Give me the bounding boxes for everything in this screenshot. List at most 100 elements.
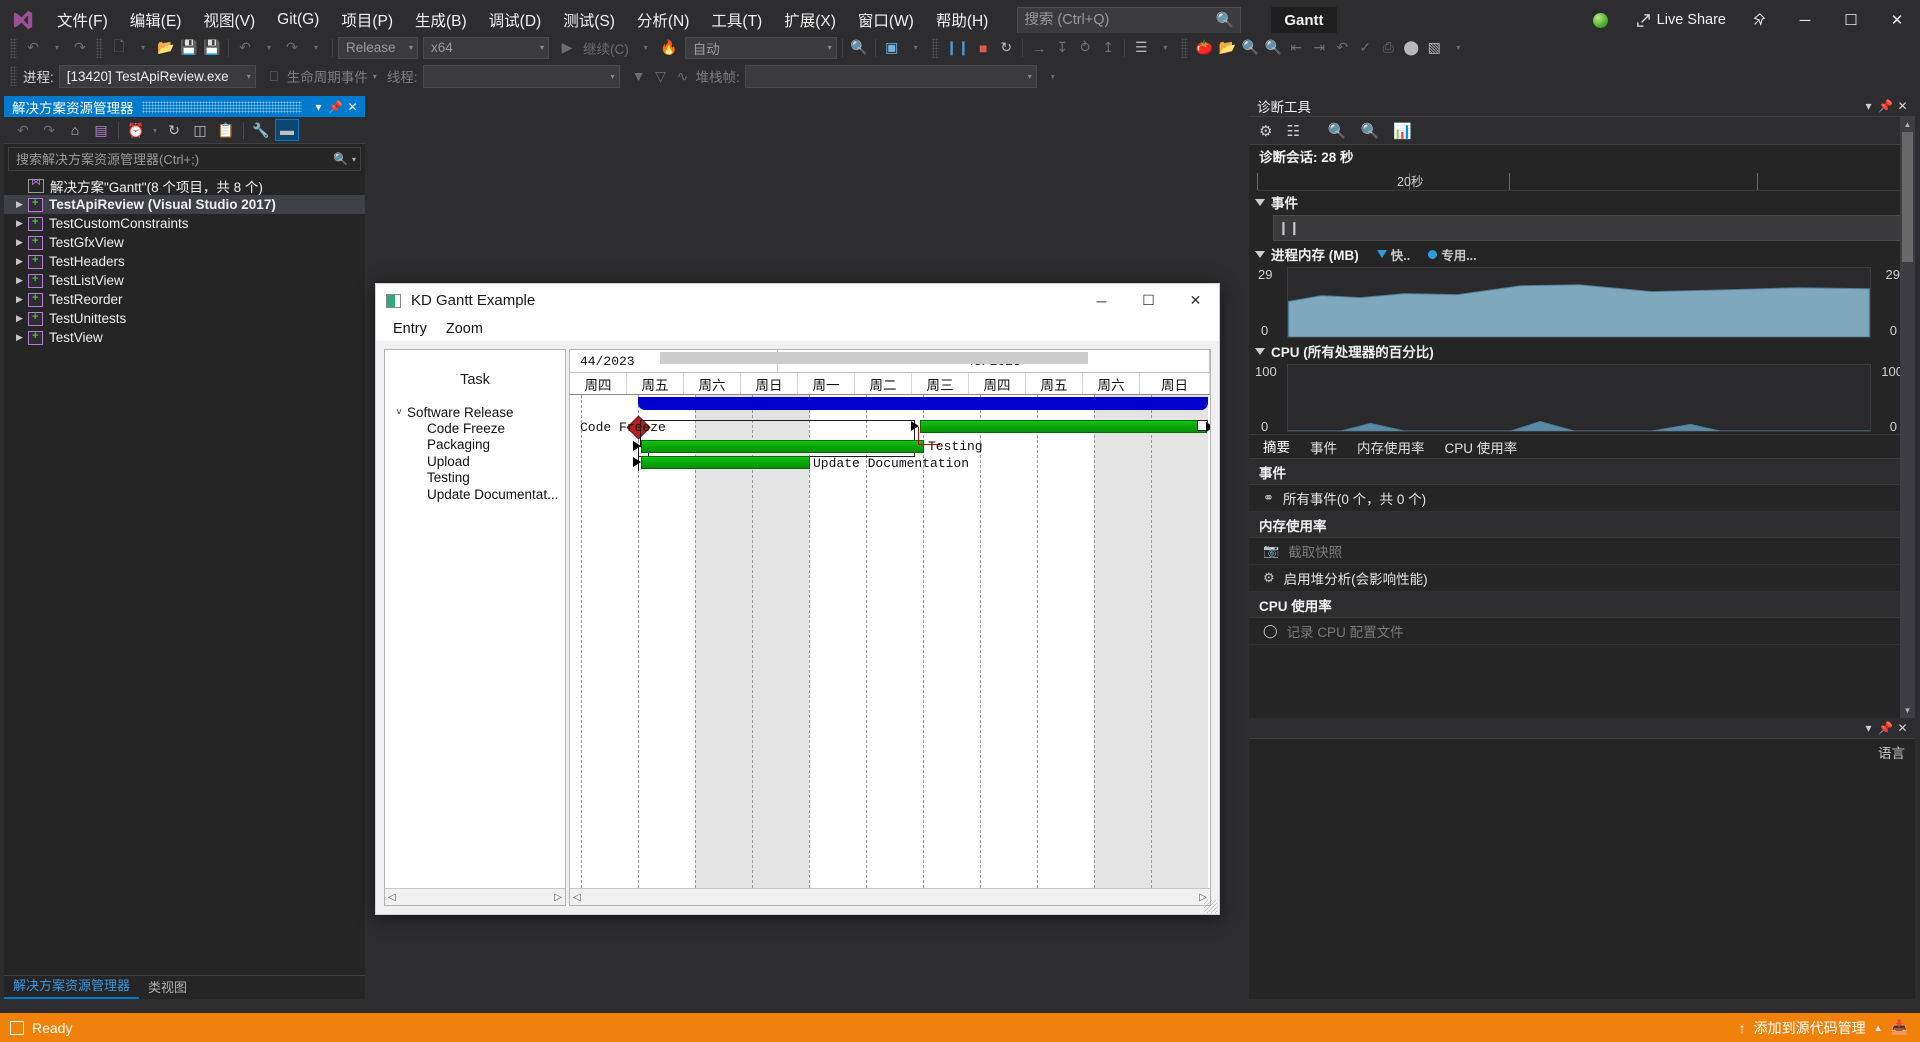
diagnostics-scroll-down-icon[interactable]: ▼ bbox=[1900, 703, 1915, 718]
continue-dropdown[interactable]: ▾ bbox=[635, 36, 657, 60]
redo-button[interactable]: ↷ bbox=[281, 36, 303, 60]
se-refresh-icon[interactable]: ↻ bbox=[162, 119, 186, 141]
source-control-label[interactable]: 添加到源代码管理 bbox=[1754, 1018, 1866, 1038]
search-box[interactable]: 🔍 bbox=[1017, 6, 1242, 34]
task-row-upload[interactable]: Upload bbox=[385, 453, 565, 469]
gantt-bar-software-release[interactable] bbox=[638, 397, 1208, 410]
stack-frame-nav-icon[interactable]: ∿ bbox=[672, 64, 694, 88]
tab-summary[interactable]: 摘要 bbox=[1261, 433, 1292, 461]
break-all-button[interactable]: ❙❙ bbox=[944, 36, 971, 60]
tree-node-testreorder[interactable]: ▶ TestReorder bbox=[4, 290, 365, 309]
gantt-bar-testing[interactable] bbox=[641, 440, 924, 453]
task-panel-scrollbar[interactable]: ◁ ▷ bbox=[385, 888, 565, 905]
lower-pane-pin-icon[interactable]: 📌 bbox=[1877, 719, 1894, 737]
diagnostics-cpu-header[interactable]: CPU (所有处理器的百分比) bbox=[1249, 340, 1915, 362]
stack-frame-select[interactable]: ▾ bbox=[744, 64, 1037, 88]
tree-expander-7[interactable]: ▶ bbox=[11, 332, 28, 343]
navigate-back-button[interactable]: ↶ bbox=[22, 36, 44, 60]
live-share-button[interactable]: Live Share bbox=[1626, 12, 1736, 28]
gantt-maximize-button[interactable]: ☐ bbox=[1125, 284, 1172, 317]
task-scroll-right-icon[interactable]: ▷ bbox=[554, 892, 562, 903]
menu-build[interactable]: 生成(B) bbox=[404, 4, 478, 36]
step-out-button[interactable]: ↥ bbox=[1097, 36, 1119, 60]
se-preview-selected-icon[interactable]: ▬ bbox=[275, 119, 299, 141]
attach-target-select[interactable]: 自动 ▾ bbox=[684, 36, 837, 59]
solution-explorer-search-input[interactable] bbox=[16, 151, 334, 167]
diagnostics-close-icon[interactable]: ✕ bbox=[1894, 97, 1911, 115]
tree-node-testheaders[interactable]: ▶ TestHeaders bbox=[4, 252, 365, 271]
gantt-chart-area[interactable]: Code Freeze Testing Update Documentation bbox=[570, 395, 1210, 888]
section-header-memory-usage[interactable]: 内存使用率 bbox=[1249, 512, 1915, 538]
cpu-graph[interactable]: 100 0 100 0 bbox=[1253, 362, 1905, 434]
toggle-bookmark-icon[interactable]: ⬤ bbox=[1400, 36, 1422, 60]
section-header-cpu-usage[interactable]: CPU 使用率 bbox=[1249, 592, 1915, 618]
restart-debugging-button[interactable]: ↻ bbox=[995, 36, 1017, 60]
solution-tree[interactable]: 解决方案"Gantt"(8 个项目，共 8 个) ▶ TestApiReview… bbox=[4, 174, 365, 975]
se-pending-changes-dropdown[interactable]: ▾ bbox=[150, 119, 160, 141]
memory-graph[interactable]: 29 0 29 0 bbox=[1253, 265, 1905, 340]
se-switch-views-icon[interactable]: ▤ bbox=[89, 119, 113, 141]
solution-configuration-select[interactable]: Release ▾ bbox=[338, 36, 418, 59]
diagnostics-dropdown-icon[interactable]: ▾ bbox=[1860, 97, 1877, 115]
undo-dropdown[interactable]: ▾ bbox=[258, 36, 280, 60]
tree-node-testunittests[interactable]: ▶ TestUnittests bbox=[4, 309, 365, 328]
tab-solution-explorer[interactable]: 解决方案资源管理器 bbox=[4, 972, 140, 999]
row-all-events[interactable]: ⚭ 所有事件(0 个，共 0 个) bbox=[1249, 485, 1915, 512]
se-show-all-files-icon[interactable]: 📋 bbox=[214, 119, 238, 141]
live-visual-tree-icon[interactable]: ▣ bbox=[881, 36, 903, 60]
open-file-button[interactable]: 📂 bbox=[155, 36, 177, 60]
profiler-icon[interactable]: ▧ bbox=[1423, 36, 1445, 60]
gantt-window-resize-grip[interactable] bbox=[1204, 900, 1217, 913]
diagnostics-vertical-scrollbar[interactable]: ▲ ▼ bbox=[1900, 117, 1915, 718]
menu-file[interactable]: 文件(F) bbox=[46, 4, 119, 36]
tree-node-testlistview[interactable]: ▶ TestListView bbox=[4, 271, 365, 290]
stop-debugging-button[interactable]: ■ bbox=[972, 36, 994, 60]
external-tool-icon[interactable]: ⎙ bbox=[1377, 36, 1399, 60]
gantt-minimize-button[interactable]: ─ bbox=[1078, 284, 1125, 317]
task-row-software-release[interactable]: ˅ Software Release bbox=[385, 404, 565, 420]
menu-git[interactable]: Git(G) bbox=[266, 6, 330, 34]
new-item-dropdown[interactable]: ▾ bbox=[132, 36, 154, 60]
tree-expander-1[interactable]: ▶ bbox=[11, 218, 28, 229]
lower-pane-dropdown-icon[interactable]: ▾ bbox=[1860, 719, 1877, 737]
thread-select[interactable]: ▾ bbox=[422, 64, 620, 88]
toolbar-overflow-button[interactable]: ▾ bbox=[1447, 36, 1469, 60]
menu-project[interactable]: 项目(P) bbox=[330, 4, 404, 36]
settings-tomato-icon[interactable]: 🍅 bbox=[1193, 36, 1215, 60]
start-debugging-play-icon[interactable]: ▶ bbox=[556, 36, 578, 60]
quick-find-icon[interactable]: 🔍 bbox=[1262, 36, 1284, 60]
search-solution-icon[interactable]: 🔍 bbox=[848, 36, 870, 60]
row-take-snapshot[interactable]: 📷 截取快照 bbox=[1249, 538, 1915, 565]
find-in-folder-icon[interactable]: 🔍 bbox=[1239, 36, 1261, 60]
se-back-icon[interactable]: ↶ bbox=[11, 119, 35, 141]
go-to-previous-icon[interactable]: ⇤ bbox=[1285, 36, 1307, 60]
spellcheck-abc-icon[interactable]: ✓ bbox=[1354, 36, 1376, 60]
tab-events[interactable]: 事件 bbox=[1308, 434, 1339, 460]
gantt-horizontal-scrollbar[interactable]: ◁ ▷ bbox=[570, 352, 1210, 905]
solution-explorer-search[interactable]: 🔍 ▾ bbox=[8, 147, 361, 171]
diagnostics-scrollbar-thumb[interactable] bbox=[1902, 132, 1913, 262]
go-to-next-icon[interactable]: ⇥ bbox=[1308, 36, 1330, 60]
tree-expander-5[interactable]: ▶ bbox=[11, 294, 28, 305]
row-record-cpu-profile[interactable]: ◯ 记录 CPU 配置文件 bbox=[1249, 618, 1915, 645]
se-pending-changes-icon[interactable]: ⏰ bbox=[124, 119, 148, 141]
tree-expander-2[interactable]: ▶ bbox=[11, 237, 28, 248]
tree-node-testgfxview[interactable]: ▶ TestGfxView bbox=[4, 233, 365, 252]
se-home-icon[interactable]: ⌂ bbox=[63, 119, 87, 141]
hot-reload-icon[interactable]: 🔥 bbox=[658, 36, 680, 60]
gantt-scroll-left-icon[interactable]: ◁ bbox=[573, 892, 581, 903]
tree-expander-0[interactable]: ▶ bbox=[11, 199, 28, 210]
solution-explorer-dropdown-icon[interactable]: ▾ bbox=[310, 98, 327, 116]
gantt-scrollbar-thumb[interactable] bbox=[660, 352, 1088, 364]
lifecycle-events-icon[interactable]: ⎕ bbox=[263, 64, 285, 88]
gantt-menu-entry[interactable]: Entry bbox=[386, 319, 434, 339]
task-row-update-documentation[interactable]: Update Documentat... bbox=[385, 486, 565, 502]
tree-node-testview[interactable]: ▶ TestView bbox=[4, 328, 365, 347]
undo-button[interactable]: ↶ bbox=[234, 36, 256, 60]
menu-tools[interactable]: 工具(T) bbox=[700, 4, 773, 36]
diagnostics-reset-view-icon[interactable]: 📊 bbox=[1393, 122, 1412, 140]
search-input[interactable] bbox=[1024, 12, 1216, 28]
gantt-bar-update-documentation[interactable] bbox=[641, 456, 810, 469]
solution-explorer-pin-icon[interactable]: 📌 bbox=[327, 98, 344, 116]
step-over-button[interactable]: ⥁ bbox=[1074, 36, 1096, 60]
